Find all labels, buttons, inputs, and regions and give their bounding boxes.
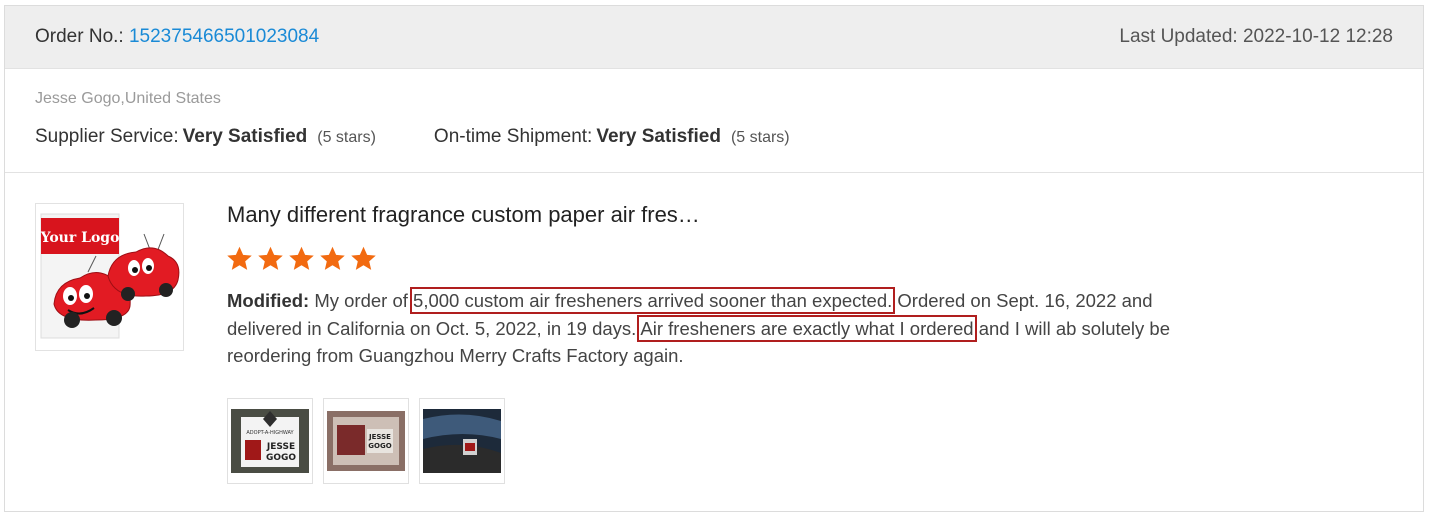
photo-tag-line2: GOGO — [266, 453, 296, 463]
review-card: Order No.: 152375466501023084 Last Updat… — [4, 5, 1424, 512]
photo-tag-caption: ADOPT-A-HIGHWAY — [246, 430, 294, 436]
review-photos: ADOPT-A-HIGHWAY JESSE GOGO JESSE GOGO — [227, 398, 515, 484]
review-photo-1[interactable]: ADOPT-A-HIGHWAY JESSE GOGO — [227, 398, 313, 484]
order-header: Order No.: 152375466501023084 Last Updat… — [5, 6, 1423, 69]
photo-tag-line1: JESSE — [266, 442, 295, 452]
photo-tag-line2-b: GOGO — [368, 442, 391, 450]
star-icon — [320, 246, 345, 270]
order-number-row: Order No.: 152375466501023084 — [35, 26, 319, 48]
product-logo-text: Your Logo — [40, 230, 120, 246]
photo-tag-line1-b: JESSE — [368, 433, 391, 441]
review-text: Modified: My order of 5,000 custom air f… — [227, 287, 1217, 370]
star-icon — [289, 246, 314, 270]
shipment-label: On-time Shipment: — [433, 126, 593, 147]
reviewer-name: Jesse Gogo,United States — [35, 90, 221, 107]
review-photo-3[interactable] — [419, 398, 505, 484]
star-icon — [258, 246, 283, 270]
review-photo-2[interactable]: JESSE GOGO — [323, 398, 409, 484]
supplier-service-label: Supplier Service: — [35, 126, 179, 147]
product-image[interactable]: Your Logo — [35, 203, 184, 351]
review-modified-label: Modified: — [227, 290, 310, 311]
star-icon — [351, 246, 376, 270]
supplier-service-stars: (5 stars) — [317, 129, 376, 146]
air-freshener-product-image: Your Logo — [40, 213, 180, 339]
rating-line: Supplier Service: Very Satisfied (5 stars)… — [35, 126, 790, 148]
review-body: Your Logo Many different fragrance custo… — [5, 173, 1423, 513]
order-number-link[interactable]: 152375466501023084 — [129, 26, 319, 47]
review-highlight-2: Air fresheners are exactly what I ordere… — [637, 314, 977, 342]
shipment-stars: (5 stars) — [730, 129, 790, 146]
shipment-value: Very Satisfied — [596, 126, 721, 147]
star-icon — [227, 246, 252, 270]
review-highlight-1: 5,000 custom air fresheners arrived soon… — [410, 287, 896, 314]
review-text-part1: My order of — [314, 290, 414, 311]
product-title[interactable]: Many different fragrance custom paper ai… — [227, 202, 700, 228]
supplier-service-value: Very Satisfied — [182, 126, 308, 147]
last-updated: Last Updated: 2022-10-12 12:28 — [1119, 26, 1393, 47]
order-number-label: Order No.: — [35, 26, 124, 47]
star-rating — [225, 245, 380, 278]
rating-summary: Jesse Gogo,United States Supplier Servic… — [5, 69, 1423, 173]
